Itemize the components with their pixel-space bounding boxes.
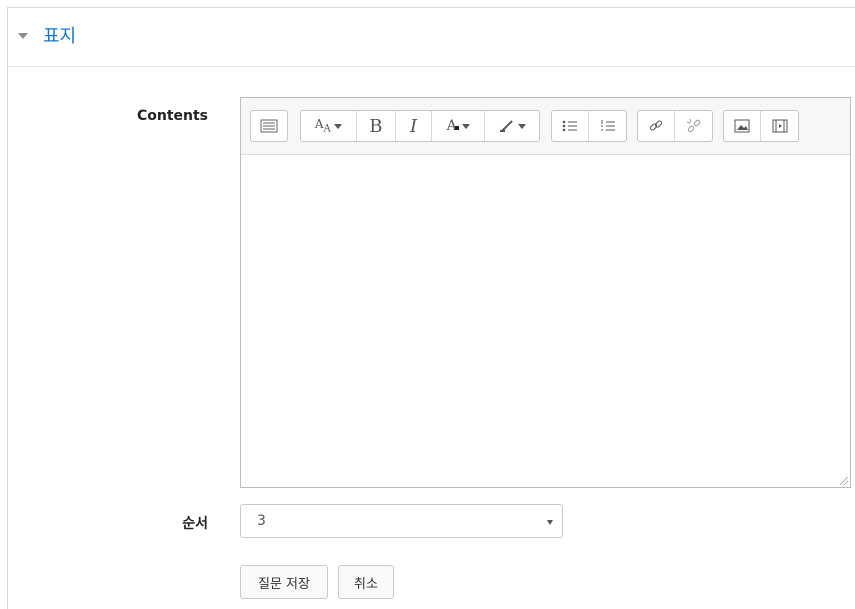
section-title[interactable]: 표지 xyxy=(43,22,76,48)
paragraph-style-icon: AA xyxy=(314,117,331,135)
rich-text-editor[interactable]: AA B I A xyxy=(240,97,851,488)
media-icon xyxy=(772,119,787,133)
chevron-down-icon xyxy=(461,123,470,129)
bold-button[interactable]: B xyxy=(357,111,397,141)
contents-label: Contents xyxy=(136,108,208,124)
chevron-down-icon xyxy=(547,520,553,525)
link-icon xyxy=(649,120,663,131)
cancel-button-label: 취소 xyxy=(354,576,378,592)
unlink-icon xyxy=(686,118,700,133)
contents-editable-area[interactable] xyxy=(241,155,850,487)
keyboard-icon xyxy=(260,119,278,133)
highlight-icon xyxy=(499,120,513,132)
font-color-icon: A xyxy=(446,118,459,134)
paragraph-style-button[interactable]: AA xyxy=(301,111,357,141)
section-header[interactable]: 표지 xyxy=(8,8,855,67)
unlink-button[interactable] xyxy=(675,111,712,141)
toolbar-group-links xyxy=(637,110,713,142)
italic-button[interactable]: I xyxy=(396,111,432,141)
bold-icon: B xyxy=(369,115,383,137)
image-icon xyxy=(734,119,750,133)
ordered-list-button[interactable] xyxy=(589,111,626,141)
editor-toolbar: AA B I A xyxy=(241,98,850,155)
italic-icon: I xyxy=(409,115,418,137)
order-select-value: 3 xyxy=(257,513,266,529)
ordered-list-icon xyxy=(600,120,615,131)
toggle-toolbar-button[interactable] xyxy=(251,111,287,141)
save-button-label: 질문 저장 xyxy=(258,576,310,592)
font-color-button[interactable]: A xyxy=(432,111,486,141)
unordered-list-icon xyxy=(562,120,577,132)
unordered-list-button[interactable] xyxy=(552,111,590,141)
cancel-button[interactable]: 취소 xyxy=(338,565,394,599)
save-question-button[interactable]: 질문 저장 xyxy=(240,565,328,599)
toolbar-group-format: AA B I A xyxy=(300,110,540,142)
media-button[interactable] xyxy=(761,111,798,141)
image-button[interactable] xyxy=(724,111,762,141)
toolbar-group-media xyxy=(723,110,799,142)
chevron-down-icon xyxy=(517,123,526,129)
order-label: 순서 xyxy=(182,516,208,532)
toolbar-group-toggle xyxy=(250,110,288,142)
resize-handle[interactable] xyxy=(840,477,848,485)
link-button[interactable] xyxy=(638,111,676,141)
highlight-button[interactable] xyxy=(485,111,539,141)
chevron-down-icon xyxy=(333,123,342,129)
toolbar-group-lists xyxy=(551,110,627,142)
chevron-down-icon[interactable] xyxy=(18,33,28,39)
order-select[interactable]: 3 xyxy=(240,504,563,538)
